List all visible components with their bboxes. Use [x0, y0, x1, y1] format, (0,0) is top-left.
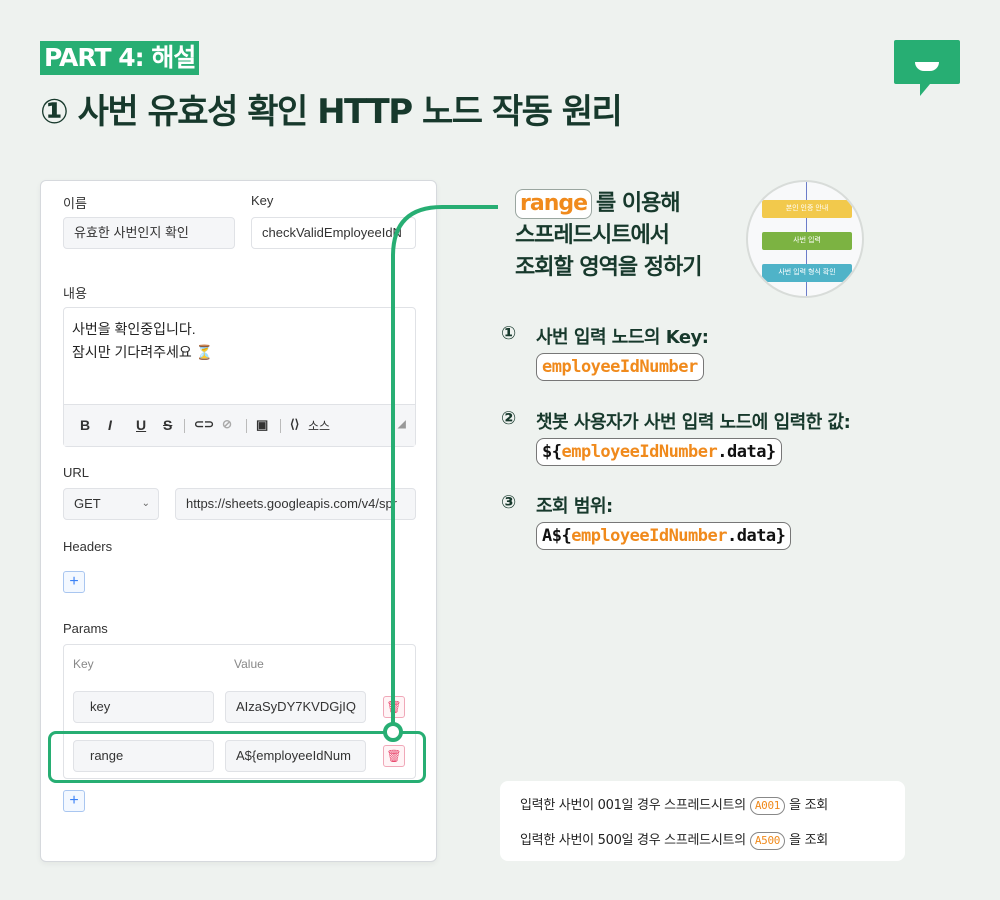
heading-line: 조회할 영역을 정하기 — [515, 255, 702, 280]
range-param-highlight — [48, 731, 426, 783]
flow-block: 사번 입력 — [762, 232, 852, 250]
connector-dot — [383, 722, 403, 742]
code-pill: A${employeeIdNumber.data} — [536, 522, 792, 550]
range-heading: range 를 이용해 스프레드시트에서 조회할 영역을 정하기 — [515, 188, 702, 284]
flow-block: 사번 입력 형식 확인 — [762, 264, 852, 282]
heading-line: 스프레드시트에서 — [515, 223, 670, 248]
code-pill: ${employeeIdNumber.data} — [536, 438, 782, 466]
note-box: 입력한 사번이 001일 경우 스프레드시트의 A001 을 조회 입력한 사번이 … — [500, 781, 905, 861]
range-chip: range — [515, 189, 593, 219]
note-line: 입력한 사번이 001일 경우 스프레드시트의 A001 을 조회 — [520, 797, 828, 815]
note-line: 입력한 사번이 500일 경우 스프레드시트의 A500 을 조회 — [520, 832, 828, 850]
flow-block: 본인 인증 안내 — [762, 200, 852, 218]
flow-thumbnail: 본인 인증 안내 사번 입력 사번 입력 형식 확인 — [746, 180, 864, 298]
code-pill: employeeIdNumber — [536, 353, 704, 381]
